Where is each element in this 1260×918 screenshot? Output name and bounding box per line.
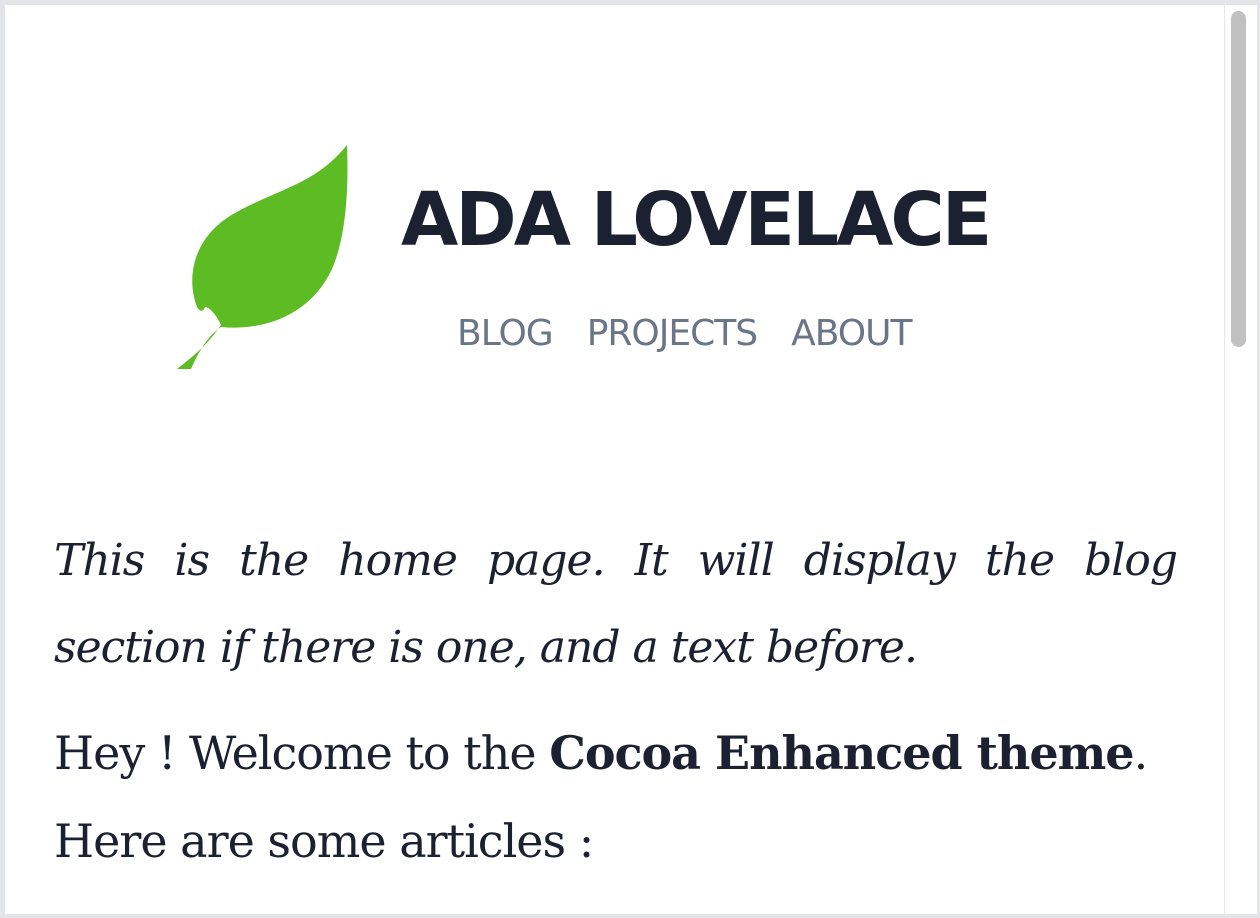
welcome-text: Hey ! Welcome to the Cocoa Enhanced them… [54,709,1177,885]
site-title[interactable]: ADA LOVELACE [401,183,992,257]
nav-item-about[interactable]: ABOUT [791,314,912,354]
theme-name: Cocoa Enhanced theme [549,726,1134,780]
nav-item-blog[interactable]: BLOG [457,314,554,354]
intro-text: This is the home page. It will display t… [54,535,1178,673]
articles-intro: Here are some articles : [54,814,594,868]
leaf-icon[interactable] [165,135,355,373]
vertical-scrollbar[interactable] [1224,5,1257,914]
nav-item-projects[interactable]: PROJECTS [587,314,758,354]
welcome-suffix: . [1133,726,1149,780]
main-content: This is the home page. It will display t… [54,517,1178,885]
scrollbar-thumb[interactable] [1231,11,1246,347]
site-header: ADA LOVELACE BLOG PROJECTS ABOUT [5,5,1224,445]
browser-window: ADA LOVELACE BLOG PROJECTS ABOUT This is… [0,0,1260,918]
welcome-prefix: Hey ! Welcome to the [54,726,550,780]
main-nav: BLOG PROJECTS ABOUT [457,314,912,354]
page-viewport: ADA LOVELACE BLOG PROJECTS ABOUT This is… [5,5,1224,914]
